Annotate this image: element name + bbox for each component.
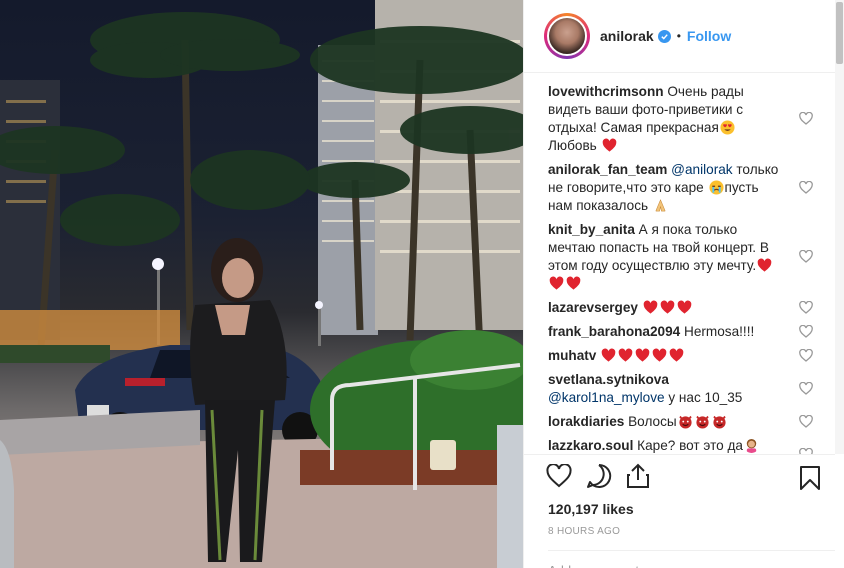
separator-dot: • [676, 29, 681, 43]
red-heart-emoji-icon [756, 258, 773, 273]
comment-item: lazarevsergey [548, 299, 835, 317]
post-timestamp: 8 HOURS AGO [548, 526, 621, 537]
comment-username[interactable]: frank_barahona2094 [548, 324, 680, 339]
comment-text: у нас 10_35 [664, 390, 743, 405]
red-heart-emoji-icon [651, 348, 668, 363]
avatar-ring[interactable] [544, 13, 590, 59]
comment-list[interactable]: lovewithcrimsonn Очень рады видеть ваши … [524, 73, 835, 454]
add-comment-input[interactable]: Add a comment… [548, 550, 835, 568]
comment-username[interactable]: knit_by_anita [548, 222, 635, 237]
follow-button[interactable]: Follow [687, 28, 731, 44]
comment-like-heart-icon[interactable] [799, 180, 813, 195]
comment-like-heart-icon[interactable] [799, 414, 813, 429]
comment-like-heart-icon[interactable] [799, 324, 813, 339]
post-username[interactable]: anilorak [600, 28, 654, 44]
comment-like-heart-icon[interactable] [799, 111, 813, 126]
share-icon[interactable] [626, 463, 650, 494]
comment-username[interactable]: lovewithcrimsonn [548, 84, 664, 99]
photo-scene [0, 0, 523, 568]
comment-text: Каре? вот это да [637, 438, 743, 453]
red-heart-emoji-icon [548, 276, 565, 291]
comment-item: svetlana.sytnikova @karol1na_mylove у на… [548, 371, 835, 407]
red-heart-emoji-icon [600, 348, 617, 363]
heart-eyes-emoji-icon [719, 120, 736, 135]
comment-username[interactable]: muhatv [548, 348, 596, 363]
action-icon-row [524, 455, 835, 501]
comment-text: Волосы [628, 414, 677, 429]
red-heart-emoji-icon [634, 348, 651, 363]
red-heart-emoji-icon [668, 348, 685, 363]
devil-emoji-icon [711, 414, 728, 429]
comment-like-heart-icon[interactable] [799, 249, 813, 264]
comment-text: Любовь [548, 138, 601, 153]
comment-username[interactable]: lazarevsergey [548, 300, 638, 315]
red-heart-emoji-icon [659, 300, 676, 315]
comment-item: lorakdiaries Волосы [548, 413, 835, 431]
bookmark-icon[interactable] [799, 465, 821, 496]
post-photo[interactable] [0, 0, 523, 568]
comment-item: knit_by_anita А я пока только мечтаю поп… [548, 221, 835, 293]
scrollbar-thumb[interactable] [836, 2, 843, 64]
red-heart-emoji-icon [642, 300, 659, 315]
comment-username[interactable]: svetlana.sytnikova [548, 372, 669, 387]
comment-username[interactable]: anilorak_fan_team [548, 162, 667, 177]
devil-emoji-icon [694, 414, 711, 429]
comment-like-heart-icon[interactable] [799, 348, 813, 363]
like-count[interactable]: 120,197 likes [524, 501, 835, 517]
devil-emoji-icon [677, 414, 694, 429]
post-actions: 120,197 likes 8 HOURS AGO Add a comment… [524, 454, 835, 568]
comment-mention[interactable]: @karol1na_mylove [548, 390, 665, 405]
comment-item: lazzkaro.soul Каре? вот это да новая кар… [548, 437, 835, 454]
red-heart-emoji-icon [617, 348, 634, 363]
comment-like-heart-icon[interactable] [799, 381, 813, 396]
comment-item: anilorak_fan_team @anilorak только не го… [548, 161, 835, 215]
verified-badge-icon [657, 29, 671, 43]
folded-hands-emoji-icon [652, 198, 669, 213]
comment-like-heart-icon[interactable] [799, 300, 813, 315]
comment-text: Hermosa!!!! [684, 324, 755, 339]
red-heart-emoji-icon [565, 276, 582, 291]
comment-scrollbar[interactable] [835, 0, 844, 454]
comment-item: lovewithcrimsonn Очень рады видеть ваши … [548, 83, 835, 155]
red-heart-emoji-icon [676, 300, 693, 315]
comment-item: frank_barahona2094 Hermosa!!!! [548, 323, 835, 341]
comment-item: muhatv [548, 347, 835, 365]
comment-username[interactable]: lazzkaro.soul [548, 438, 633, 453]
post-header: anilorak • Follow [524, 0, 835, 73]
comment-mention[interactable]: @anilorak [671, 162, 732, 177]
comment-username[interactable]: lorakdiaries [548, 414, 624, 429]
woman-gesturing-emoji-icon [743, 438, 760, 453]
comment-icon[interactable] [586, 463, 612, 494]
crying-face-emoji-icon [708, 180, 725, 195]
avatar[interactable] [547, 16, 587, 56]
post-sidebar: anilorak • Follow lovewithcrimsonn Очень… [523, 0, 844, 568]
heart-outline-icon[interactable] [546, 462, 572, 493]
red-heart-emoji-icon [601, 138, 618, 153]
